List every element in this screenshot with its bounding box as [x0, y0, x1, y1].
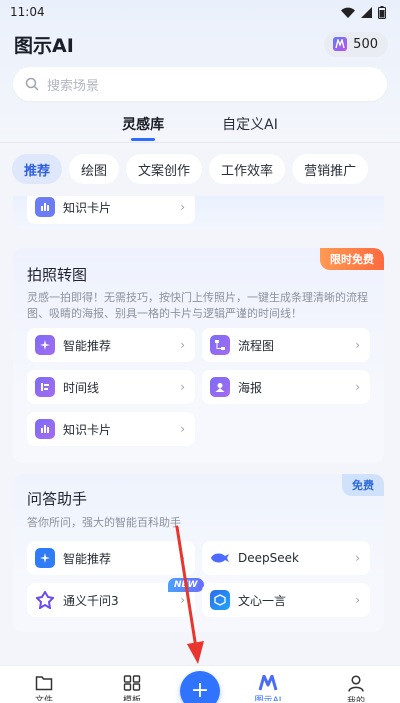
search-placeholder: 搜索场景 — [47, 78, 100, 94]
category-chips: 推荐 绘图 文案创作 工作效率 营销推广 — [12, 154, 369, 184]
chevron-right-icon: › — [355, 593, 360, 607]
tool-label: 时间线 — [63, 380, 100, 395]
sparkle-icon — [35, 335, 55, 355]
tool-label: 海报 — [238, 380, 263, 395]
chevron-right-icon: › — [355, 380, 360, 394]
tool-label: 智能推荐 — [63, 551, 112, 566]
status-time: 11:04 — [10, 5, 45, 19]
photo-to-diagram-card: 限时免费 拍照转图 灵感一拍即得！无需技巧，按快门上传照片，一键生成条理清晰的流… — [13, 248, 384, 463]
tab-inspiration[interactable]: 灵感库 — [122, 108, 164, 142]
star-knot-icon — [35, 590, 55, 610]
tool-label: 知识卡片 — [63, 422, 112, 437]
card-title: 拍照转图 — [27, 266, 88, 284]
sparkle-icon — [35, 548, 55, 568]
chevron-right-icon: › — [180, 200, 185, 214]
tool-label: 智能推荐 — [63, 338, 112, 353]
nav-templates[interactable]: 模板 — [92, 666, 172, 701]
tool-smart-recommend-qa[interactable]: 智能推荐 › — [27, 541, 195, 575]
tool-wenxin-yiyan[interactable]: 文心一言 › — [202, 583, 370, 617]
qa-assistant-card: 免费 问答助手 答你所问，强大的智能百科助手 智能推荐 › DeepSeek ›… — [13, 474, 384, 632]
cellular-signal-icon — [361, 6, 372, 18]
tool-knowledge-card[interactable]: 知识卡片 › — [27, 412, 195, 446]
battery-icon — [378, 5, 386, 19]
app-title: 图示AI — [14, 34, 74, 57]
tool-label: 知识卡片 — [63, 200, 112, 215]
credits-button[interactable]: 500 — [324, 31, 388, 57]
app-logo-icon — [258, 675, 278, 691]
partial-card: 知识卡片 › — [13, 196, 384, 230]
chip-copywriting[interactable]: 文案创作 — [126, 154, 203, 184]
user-icon — [348, 675, 364, 692]
tool-timeline[interactable]: 时间线 › — [27, 370, 195, 404]
chevron-right-icon: › — [180, 380, 185, 394]
tool-label: 文心一言 — [238, 593, 287, 608]
tool-smart-recommend[interactable]: 智能推荐 › — [27, 328, 195, 362]
chevron-right-icon: › — [180, 551, 185, 565]
card-description: 灵感一拍即得！无需技巧，按快门上传照片，一键生成条理清晰的流程图、吸睛的海报、别… — [27, 291, 368, 320]
tool-knowledge-card-top[interactable]: 知识卡片 › — [27, 196, 195, 224]
free-badge: 免费 — [342, 474, 384, 496]
chip-recommend[interactable]: 推荐 — [12, 154, 63, 184]
card-description: 答你所问，强大的智能百科助手 — [27, 516, 181, 529]
chevron-right-icon: › — [180, 338, 185, 352]
tool-label: DeepSeek — [238, 551, 299, 565]
tool-poster[interactable]: 海报 › — [202, 370, 370, 404]
nav-label: 模板 — [122, 696, 141, 701]
card-title: 问答助手 — [27, 490, 88, 508]
chart-icon — [35, 197, 55, 217]
nav-profile[interactable]: 我的 — [316, 666, 396, 702]
folder-icon — [35, 676, 53, 691]
cube-icon — [210, 590, 230, 610]
credits-count: 500 — [353, 36, 378, 52]
main-tabs: 灵感库 自定义AI — [0, 108, 400, 142]
chip-productivity[interactable]: 工作效率 — [209, 154, 286, 184]
poster-icon — [210, 377, 230, 397]
nav-label: 文件 — [34, 696, 53, 701]
chart-icon — [35, 419, 55, 439]
tabs-divider — [0, 142, 400, 143]
create-button[interactable]: + — [180, 671, 220, 703]
new-badge: NEW — [168, 578, 204, 592]
search-icon — [25, 77, 39, 91]
chip-marketing[interactable]: 营销推广 — [292, 154, 369, 184]
chevron-right-icon: › — [355, 338, 360, 352]
credits-logo-icon — [333, 37, 348, 51]
wifi-icon — [341, 7, 355, 18]
timeline-icon — [35, 377, 55, 397]
tool-deepseek[interactable]: DeepSeek › — [202, 541, 370, 575]
chip-drawing[interactable]: 绘图 — [69, 154, 120, 184]
tool-flowchart[interactable]: 流程图 › — [202, 328, 370, 362]
flowchart-icon — [210, 335, 230, 355]
nav-files[interactable]: 文件 — [4, 666, 84, 701]
status-bar: 11:04 — [0, 0, 400, 24]
limited-free-badge: 限时免费 — [320, 248, 384, 270]
nav-label: 图示AI — [254, 696, 282, 701]
chevron-right-icon: › — [180, 422, 185, 436]
grid-icon — [123, 675, 141, 691]
whale-icon — [210, 548, 230, 568]
chevron-right-icon: › — [180, 593, 185, 607]
search-input[interactable]: 搜索场景 — [13, 67, 387, 101]
chevron-right-icon: › — [355, 551, 360, 565]
nav-tushi-ai[interactable]: 图示AI — [228, 666, 308, 701]
app-header: 图示AI 500 — [0, 28, 400, 60]
plus-icon: + — [190, 678, 210, 703]
nav-label: 我的 — [346, 697, 365, 702]
tool-label: 通义千问3 — [63, 593, 119, 608]
tool-label: 流程图 — [238, 338, 275, 353]
tab-custom-ai[interactable]: 自定义AI — [222, 108, 278, 142]
